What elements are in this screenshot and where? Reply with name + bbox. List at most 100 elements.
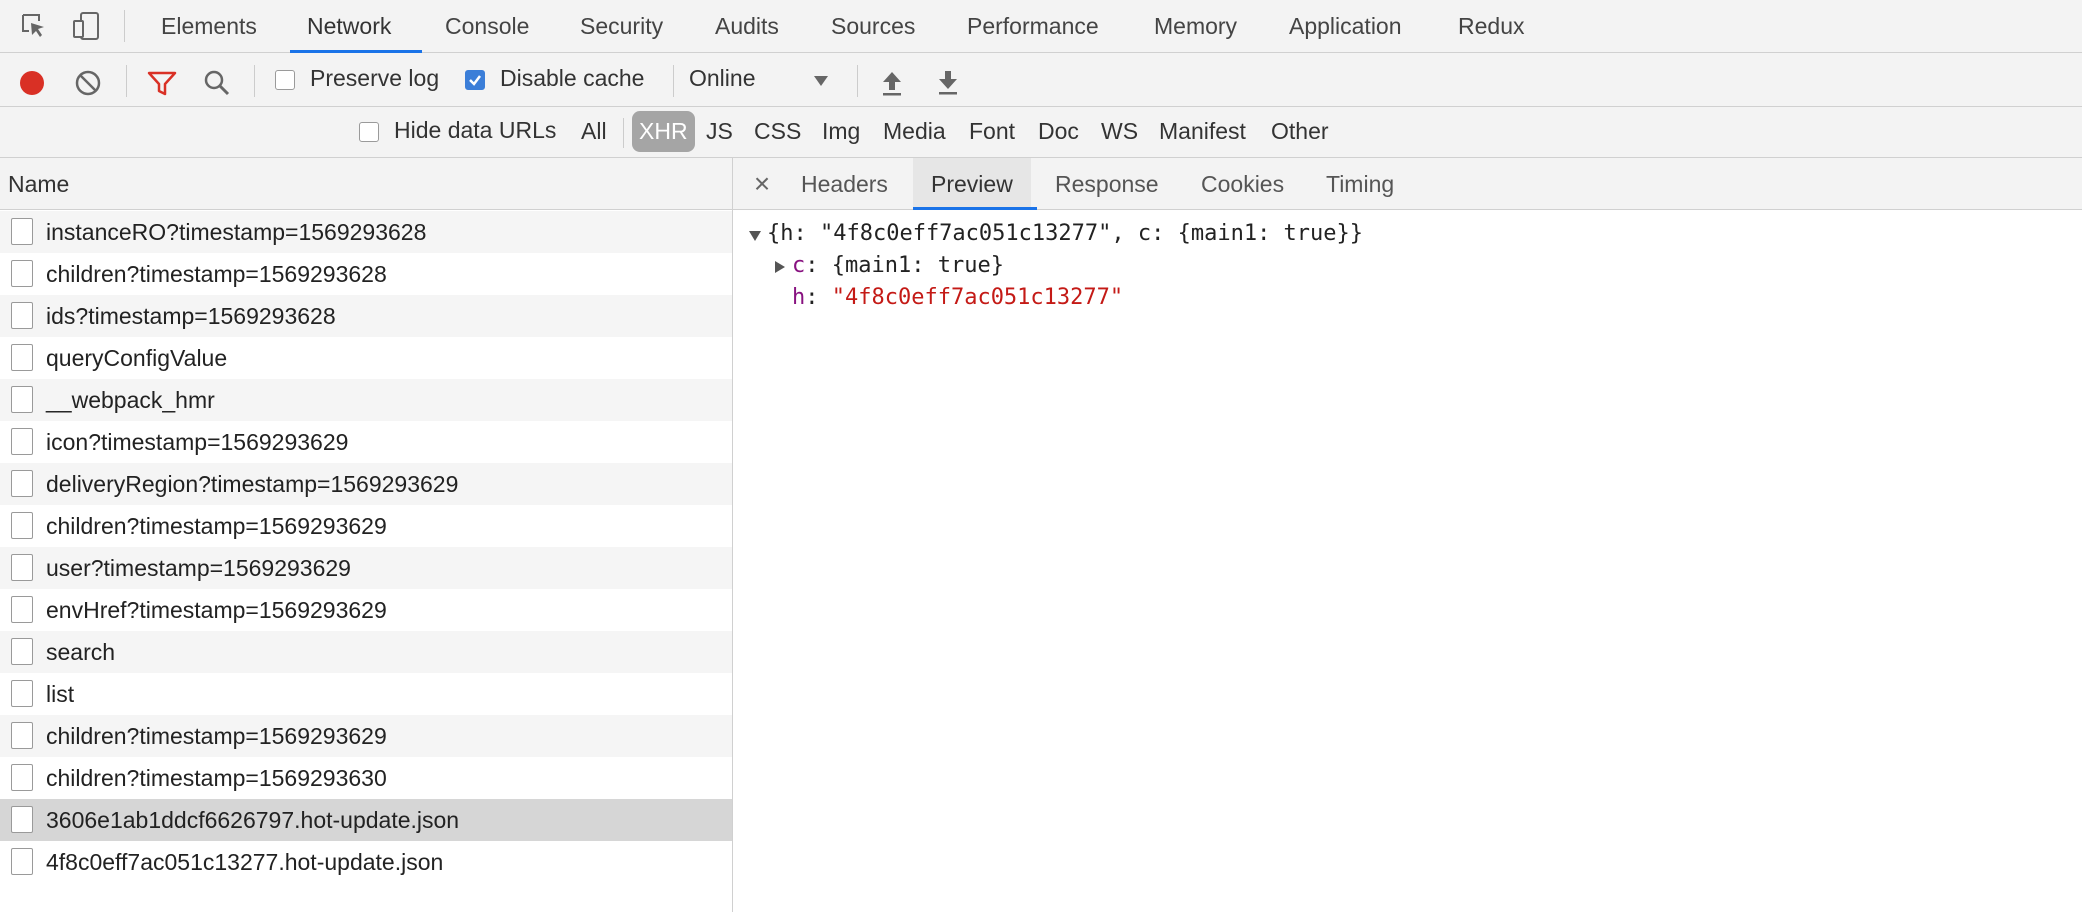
record-icon	[20, 71, 44, 95]
request-name: __webpack_hmr	[46, 387, 215, 413]
request-row[interactable]: children?timestamp=1569293628	[0, 253, 732, 295]
type-filter-doc[interactable]: Doc	[1038, 111, 1079, 152]
close-detail-button[interactable]: ×	[749, 158, 775, 210]
type-filter-ws[interactable]: WS	[1101, 111, 1138, 152]
request-row[interactable]: children?timestamp=1569293629	[0, 505, 732, 547]
type-filter-all[interactable]: All	[581, 111, 607, 152]
preserve-log-checkbox[interactable]	[275, 70, 295, 90]
file-icon	[11, 554, 33, 581]
download-icon	[939, 71, 957, 95]
detail-tab-headers[interactable]: Headers	[801, 158, 888, 210]
detail-tab-cookies[interactable]: Cookies	[1201, 158, 1284, 210]
clear-icon	[75, 70, 101, 96]
name-column-header[interactable]: Name	[8, 158, 69, 210]
json-property-c[interactable]: c: {main1: true}	[792, 253, 1004, 278]
request-name: envHref?timestamp=1569293629	[46, 597, 387, 623]
file-icon	[11, 848, 33, 875]
request-row[interactable]: deliveryRegion?timestamp=1569293629	[0, 463, 732, 505]
tab-audits[interactable]: Audits	[715, 0, 779, 53]
file-icon	[11, 722, 33, 749]
request-row[interactable]: user?timestamp=1569293629	[0, 547, 732, 589]
checkmark-icon	[469, 75, 481, 86]
type-filter-js[interactable]: JS	[706, 111, 733, 152]
request-name: list	[46, 681, 75, 707]
request-row[interactable]: envHref?timestamp=1569293629	[0, 589, 732, 631]
request-name: search	[46, 639, 116, 665]
preserve-log-label[interactable]: Preserve log	[310, 65, 439, 92]
request-name: children?timestamp=1569293629	[46, 513, 387, 539]
panel-divider[interactable]	[732, 158, 733, 912]
request-row[interactable]: list	[0, 673, 732, 715]
json-value-h: "4f8c0eff7ac051c13277"	[831, 285, 1124, 310]
tab-network[interactable]: Network	[307, 0, 391, 53]
hide-data-urls-checkbox[interactable]	[359, 122, 379, 142]
request-list-header: Name	[0, 158, 732, 210]
clear-button[interactable]	[70, 65, 106, 101]
disable-cache-checkbox[interactable]	[465, 70, 485, 90]
type-filter-media[interactable]: Media	[883, 111, 946, 152]
tab-console[interactable]: Console	[445, 0, 529, 53]
tab-security[interactable]: Security	[580, 0, 663, 53]
request-name: children?timestamp=1569293629	[46, 723, 387, 749]
request-row[interactable]: __webpack_hmr	[0, 379, 732, 421]
upload-icon	[883, 72, 901, 96]
json-root-summary[interactable]: {h: "4f8c0eff7ac051c13277", c: {main1: t…	[767, 221, 1363, 246]
device-toolbar-icon[interactable]	[70, 10, 102, 42]
file-icon	[11, 596, 33, 623]
request-row[interactable]: instanceRO?timestamp=1569293628	[0, 211, 732, 253]
separator	[254, 65, 255, 97]
file-icon	[11, 386, 33, 413]
request-name: user?timestamp=1569293629	[46, 555, 351, 581]
request-row[interactable]: 4f8c0eff7ac051c13277.hot-update.json	[0, 841, 732, 883]
tab-redux[interactable]: Redux	[1458, 0, 1524, 53]
request-row[interactable]: 3606e1ab1ddcf6626797.hot-update.json	[0, 799, 732, 841]
tab-application[interactable]: Application	[1289, 0, 1402, 53]
file-icon	[11, 512, 33, 539]
type-filter-manifest[interactable]: Manifest	[1159, 111, 1246, 152]
detail-tab-timing[interactable]: Timing	[1326, 158, 1394, 210]
type-filter-xhr[interactable]: XHR	[632, 111, 695, 152]
request-row[interactable]: search	[0, 631, 732, 673]
search-icon	[204, 70, 230, 96]
request-row[interactable]: ids?timestamp=1569293628	[0, 295, 732, 337]
json-key-h: h	[792, 285, 806, 310]
request-row[interactable]: icon?timestamp=1569293629	[0, 421, 732, 463]
filter-icon	[147, 71, 177, 96]
disable-cache-label[interactable]: Disable cache	[500, 65, 644, 92]
file-icon	[11, 680, 33, 707]
collapse-triangle-icon[interactable]	[749, 231, 761, 241]
hide-data-urls-label[interactable]: Hide data URLs	[394, 117, 556, 144]
file-icon	[11, 428, 33, 455]
type-filter-css[interactable]: CSS	[754, 111, 801, 152]
type-filter-img[interactable]: Img	[822, 111, 860, 152]
export-har-button[interactable]	[931, 65, 965, 101]
type-filter-other[interactable]: Other	[1271, 111, 1329, 152]
request-name: children?timestamp=1569293628	[46, 261, 387, 287]
request-name: children?timestamp=1569293630	[46, 765, 387, 791]
file-icon	[11, 806, 33, 833]
file-icon	[11, 218, 33, 245]
tab-performance[interactable]: Performance	[967, 0, 1099, 53]
throttling-select[interactable]: Online	[689, 61, 839, 99]
tab-elements[interactable]: Elements	[161, 0, 257, 53]
json-value-c: {main1: true}	[831, 253, 1004, 278]
import-har-button[interactable]	[875, 65, 909, 101]
record-button[interactable]	[14, 65, 50, 101]
request-name: deliveryRegion?timestamp=1569293629	[46, 471, 459, 497]
request-row[interactable]: queryConfigValue	[0, 337, 732, 379]
type-filter-font[interactable]: Font	[969, 111, 1015, 152]
tab-memory[interactable]: Memory	[1154, 0, 1237, 53]
expand-triangle-icon[interactable]	[775, 261, 785, 273]
file-icon	[11, 344, 33, 371]
detail-tab-preview[interactable]: Preview	[913, 158, 1031, 210]
request-row[interactable]: children?timestamp=1569293629	[0, 715, 732, 757]
request-row[interactable]: children?timestamp=1569293630	[0, 757, 732, 799]
tab-sources[interactable]: Sources	[831, 0, 915, 53]
detail-tab-response[interactable]: Response	[1055, 158, 1159, 210]
search-button[interactable]	[199, 65, 235, 101]
inspect-element-icon[interactable]	[18, 10, 50, 42]
filter-toggle-button[interactable]	[144, 65, 180, 101]
separator	[124, 10, 125, 42]
request-name: instanceRO?timestamp=1569293628	[46, 219, 427, 245]
file-icon	[11, 302, 33, 329]
